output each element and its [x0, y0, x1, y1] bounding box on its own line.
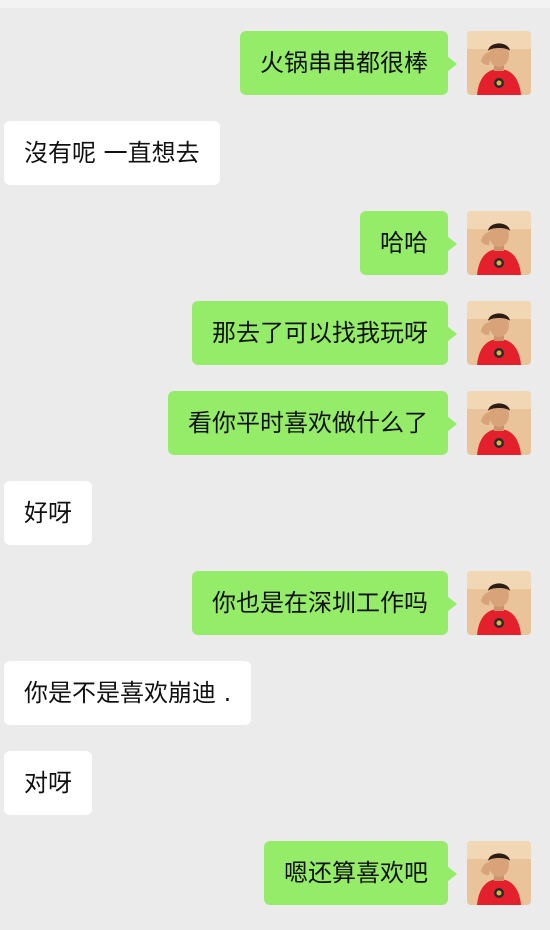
message-bubble-incoming[interactable]: 对呀: [4, 751, 92, 815]
message-bubble-outgoing[interactable]: 火锅串串都很棒: [240, 31, 457, 95]
message-row-outgoing: 你也是在深圳工作吗: [0, 571, 550, 635]
message-bubble-incoming[interactable]: 沒有呢 一直想去: [4, 121, 220, 185]
message-row-outgoing: 火锅串串都很棒: [0, 31, 550, 95]
user-avatar[interactable]: [467, 391, 531, 455]
message-row-outgoing: 看你平时喜欢做什么了: [0, 391, 550, 455]
message-row-outgoing: 嗯还算喜欢吧: [0, 841, 550, 905]
message-row-incoming: 沒有呢 一直想去: [0, 121, 550, 185]
user-avatar[interactable]: [467, 211, 531, 275]
message-bubble-outgoing[interactable]: 你也是在深圳工作吗: [192, 571, 457, 635]
message-bubble-outgoing[interactable]: 嗯还算喜欢吧: [264, 841, 457, 905]
message-row-outgoing: 哈哈: [0, 211, 550, 275]
message-bubble-outgoing[interactable]: 看你平时喜欢做什么了: [168, 391, 457, 455]
user-avatar[interactable]: [467, 571, 531, 635]
message-bubble-outgoing[interactable]: 那去了可以找我玩呀: [192, 301, 457, 365]
user-avatar[interactable]: [467, 841, 531, 905]
message-bubble-outgoing[interactable]: 哈哈: [360, 211, 457, 275]
user-avatar[interactable]: [467, 31, 531, 95]
message-bubble-incoming[interactable]: 你是不是喜欢崩迪 .: [4, 661, 252, 725]
chat-window: 火锅串串都很棒 沒有呢 一直想去 哈哈 那去了可以找我玩呀 看你平时喜欢做什么了…: [0, 0, 550, 930]
user-avatar[interactable]: [467, 301, 531, 365]
message-row-outgoing: 那去了可以找我玩呀: [0, 301, 550, 365]
message-row-incoming: 好呀: [0, 481, 550, 545]
message-bubble-incoming[interactable]: 好呀: [4, 481, 92, 545]
message-row-incoming: 你是不是喜欢崩迪 .: [0, 661, 550, 725]
message-row-incoming: 对呀: [0, 751, 550, 815]
top-strip: [0, 0, 550, 8]
